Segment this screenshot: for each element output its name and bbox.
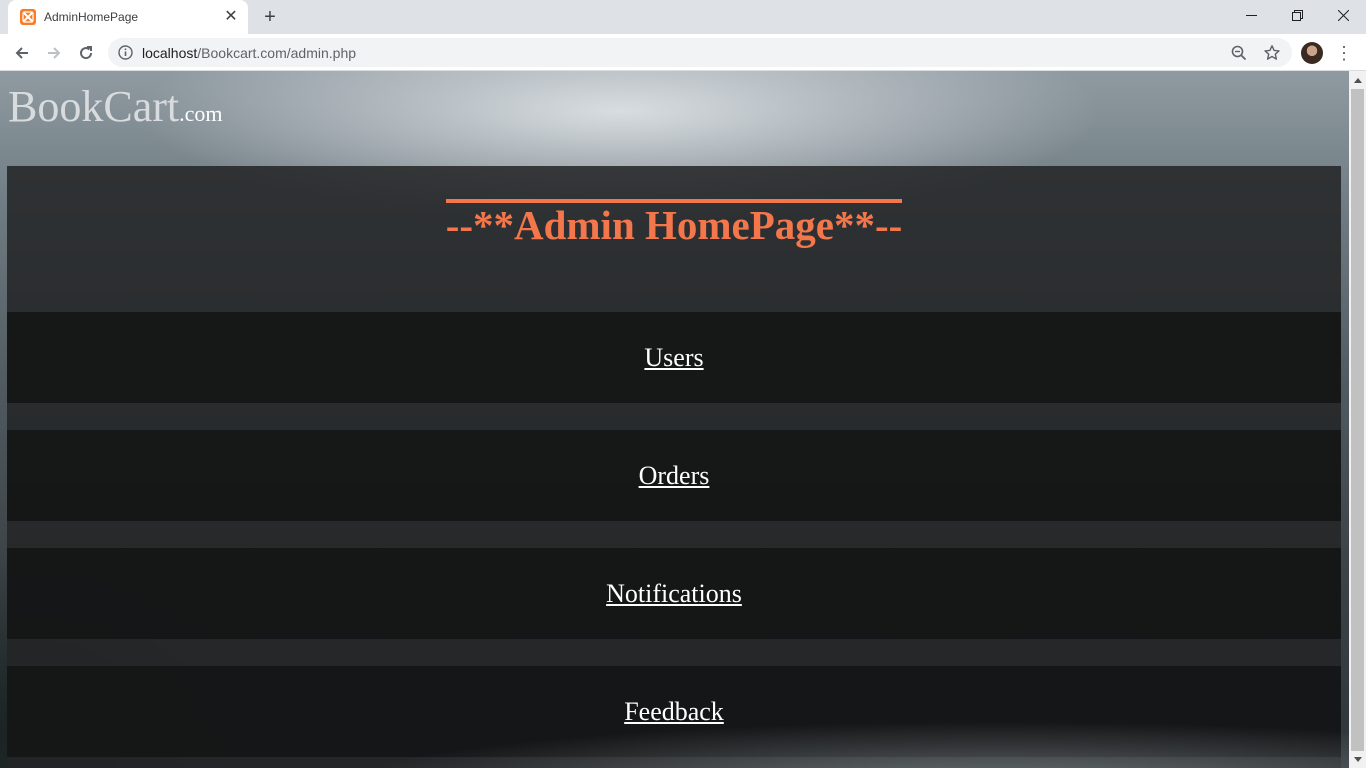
nav-block-feedback: Feedback (7, 666, 1341, 757)
logo-main-text: BookCart (8, 82, 180, 131)
browser-toolbar: localhost/Bookcart.com/admin.php ⋮ (0, 34, 1366, 71)
address-bar[interactable]: localhost/Bookcart.com/admin.php (108, 38, 1292, 67)
orders-link[interactable]: Orders (639, 461, 710, 491)
vertical-scrollbar[interactable] (1349, 71, 1366, 768)
xampp-icon (20, 9, 36, 25)
users-link[interactable]: Users (644, 343, 703, 373)
url-host: localhost (142, 45, 198, 61)
zoom-icon[interactable] (1230, 44, 1248, 62)
browser-tab[interactable]: AdminHomePage ✕ (8, 0, 248, 34)
scrollbar-thumb[interactable] (1351, 89, 1364, 751)
nav-block-notifications: Notifications (7, 548, 1341, 639)
restore-icon[interactable] (1274, 0, 1320, 30)
forward-icon[interactable] (40, 39, 68, 67)
nav-block-orders: Orders (7, 430, 1341, 521)
notifications-link[interactable]: Notifications (606, 579, 742, 609)
profile-avatar[interactable] (1301, 42, 1323, 64)
close-tab-icon[interactable]: ✕ (222, 8, 240, 26)
nav-block-users: Users (7, 312, 1341, 403)
close-window-icon[interactable] (1320, 0, 1366, 30)
logo-suffix-text: .com (179, 101, 223, 126)
scroll-down-icon[interactable] (1349, 751, 1366, 768)
minimize-icon[interactable] (1228, 0, 1274, 30)
info-icon[interactable] (118, 45, 133, 60)
page-heading-text: --**Admin HomePage**-- (445, 199, 903, 246)
scroll-up-icon[interactable] (1349, 71, 1366, 88)
site-logo: BookCart.com (8, 81, 223, 132)
page-heading: --**Admin HomePage**-- (7, 199, 1341, 246)
url-text: localhost/Bookcart.com/admin.php (142, 45, 356, 61)
url-path: /Bookcart.com/admin.php (197, 45, 357, 61)
bookmark-star-icon[interactable] (1263, 44, 1281, 62)
new-tab-button[interactable]: + (258, 6, 282, 28)
page-viewport: BookCart.com --**Admin HomePage**-- User… (0, 71, 1349, 768)
tab-strip: AdminHomePage ✕ + (0, 0, 1366, 34)
admin-panel: --**Admin HomePage**-- Users Orders Noti… (7, 166, 1341, 768)
menu-kebab-icon[interactable]: ⋮ (1334, 42, 1354, 64)
reload-icon[interactable] (72, 39, 100, 67)
tab-title: AdminHomePage (44, 10, 139, 24)
feedback-link[interactable]: Feedback (624, 697, 724, 727)
back-icon[interactable] (8, 39, 36, 67)
